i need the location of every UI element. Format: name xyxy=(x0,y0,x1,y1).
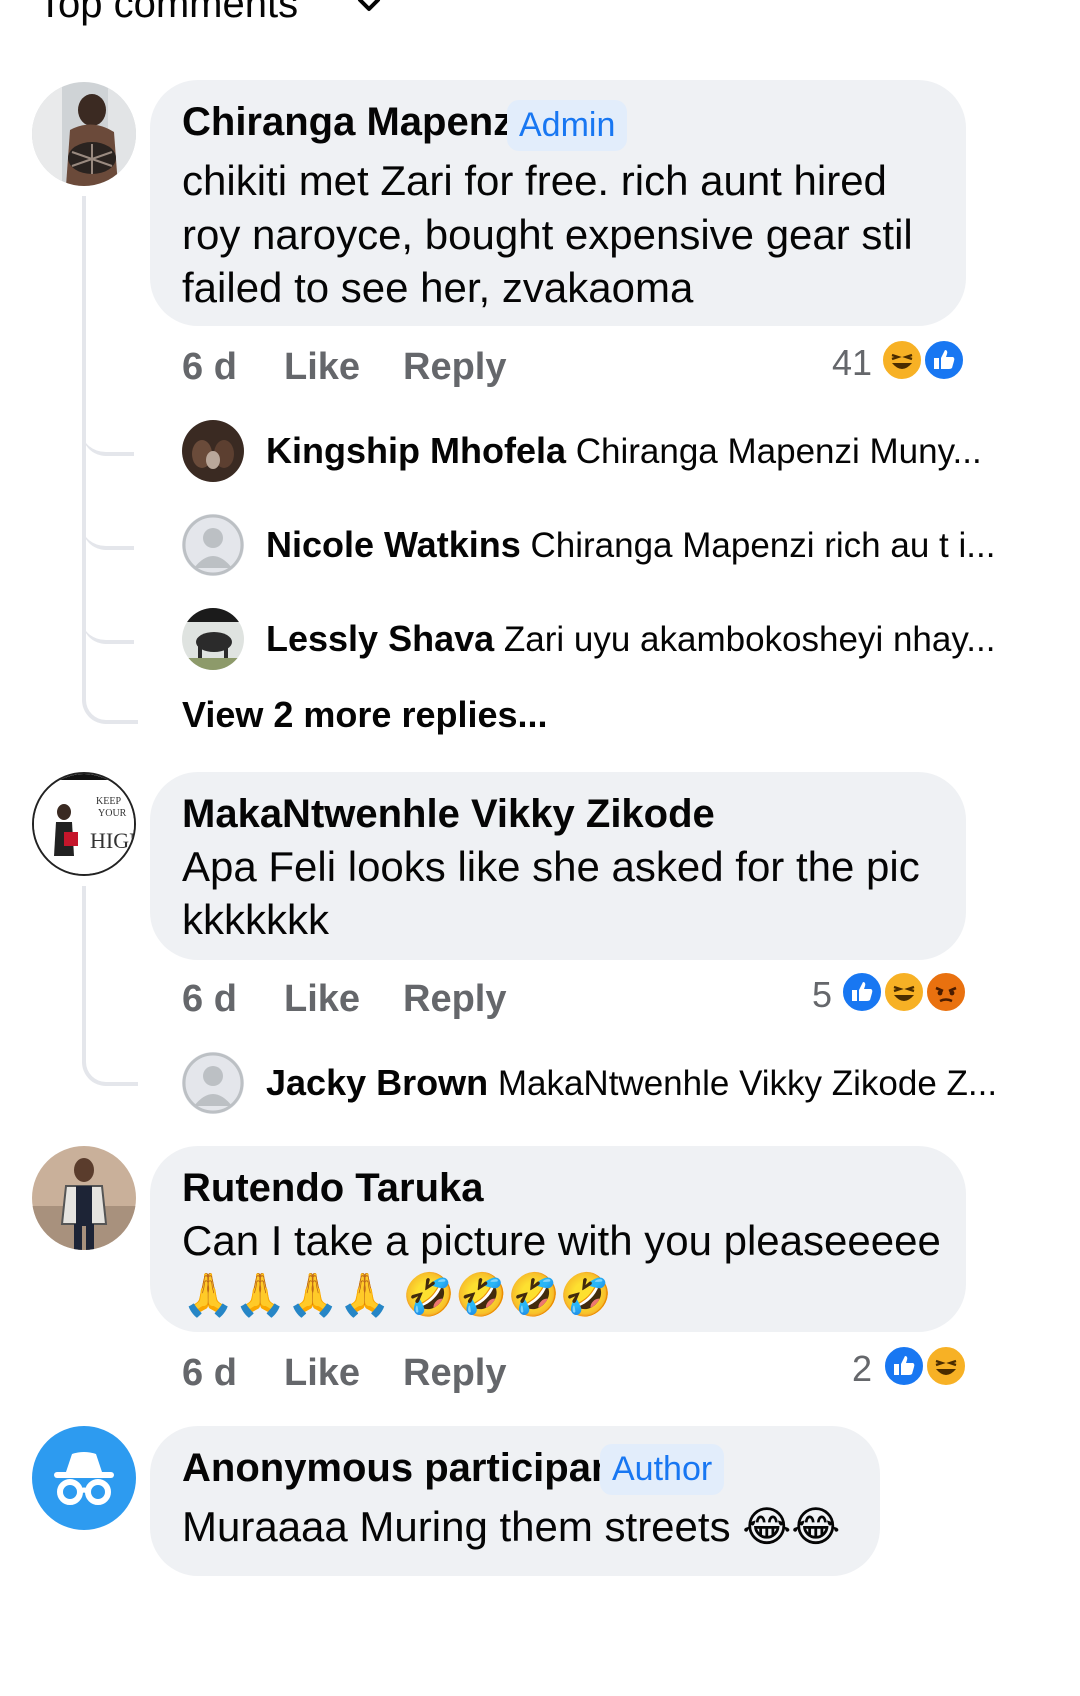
avatar[interactable]: KEEP YOUR HIGH xyxy=(32,772,136,876)
comment-text-line: Apa Feli looks like she asked for the pi… xyxy=(182,843,920,890)
reply-author[interactable]: Jacky Brown xyxy=(266,1062,488,1103)
comment-text-line: roy naroyce, bought expensive gear stil xyxy=(182,211,913,258)
comment-text-line: Can I take a picture with you pleaseeeee xyxy=(182,1217,941,1264)
like-icon xyxy=(922,338,966,382)
reaction-count[interactable]: 2 xyxy=(852,1348,872,1390)
admin-badge: Admin xyxy=(507,100,628,151)
incognito-icon xyxy=(54,1452,114,1505)
author-badge: Author xyxy=(600,1444,725,1495)
chevron-down-icon[interactable] xyxy=(356,0,382,18)
comment-time: 6 d xyxy=(182,978,237,1020)
comment-emoji-line: 🙏🙏🙏🙏 🤣🤣🤣🤣 xyxy=(182,1271,613,1318)
reply-connector xyxy=(82,420,134,456)
view-more-replies-link[interactable]: View 2 more replies... xyxy=(182,694,548,736)
avatar-text: YOUR xyxy=(98,808,127,819)
reply-button[interactable]: Reply xyxy=(403,1352,506,1395)
like-button[interactable]: Like xyxy=(284,346,360,389)
reply-author[interactable]: Nicole Watkins xyxy=(266,524,521,565)
reply-text: MakaNtwenhle Vikky Zikode Z... xyxy=(497,1064,998,1103)
reply-button[interactable]: Reply xyxy=(403,978,506,1021)
reply-connector xyxy=(82,886,138,1086)
avatar-text: HIGH xyxy=(90,828,134,853)
comment-time: 6 d xyxy=(182,1352,237,1394)
reply-button[interactable]: Reply xyxy=(403,346,506,389)
like-button[interactable]: Like xyxy=(284,978,360,1021)
comment-author[interactable]: Rutendo Taruka xyxy=(182,1166,484,1211)
haha-icon xyxy=(924,1344,968,1388)
reply-item[interactable]: Nicole Watkins Chiranga Mapenzi rich au … xyxy=(266,524,995,566)
reply-author[interactable]: Lessly Shava xyxy=(266,618,494,659)
like-icon xyxy=(840,970,884,1014)
reply-item[interactable]: Jacky Brown MakaNtwenhle Vikky Zikode Z.… xyxy=(266,1062,997,1104)
thread-line xyxy=(82,196,86,526)
comment-author[interactable]: MakaNtwenhle Vikky Zikode xyxy=(182,792,715,837)
reply-text: Zari uyu akambokosheyi nhay... xyxy=(503,620,996,659)
angry-icon xyxy=(924,970,968,1014)
comment-author[interactable]: Chiranga Mapenzi xyxy=(182,100,524,145)
reply-author[interactable]: Kingship Mhofela xyxy=(266,430,566,471)
like-icon xyxy=(882,1344,926,1388)
avatar[interactable] xyxy=(32,1146,136,1250)
reaction-count[interactable]: 5 xyxy=(812,974,832,1016)
reply-item[interactable]: Kingship Mhofela Chiranga Mapenzi Muny..… xyxy=(266,430,982,472)
reply-text: Chiranga Mapenzi rich au t i... xyxy=(530,526,996,565)
comment-text-line: failed to see her, zvakaoma xyxy=(182,264,694,311)
comment-text-line: kkkkkkk xyxy=(182,896,329,943)
avatar[interactable] xyxy=(182,608,244,670)
avatar[interactable] xyxy=(32,82,136,186)
reaction-count[interactable]: 41 xyxy=(832,342,872,384)
haha-icon xyxy=(880,338,924,382)
avatar-text: KEEP xyxy=(96,796,121,807)
anonymous-avatar[interactable] xyxy=(32,1426,136,1530)
comment-text-line: chikiti met Zari for free. rich aunt hir… xyxy=(182,157,887,204)
avatar[interactable] xyxy=(182,1052,244,1114)
comment-author[interactable]: Anonymous participant xyxy=(182,1446,629,1491)
comment-text-line: Muraaaa Muring them streets 😂😂 xyxy=(182,1503,841,1550)
comment-time: 6 d xyxy=(182,346,237,388)
reply-text: Chiranga Mapenzi Muny... xyxy=(575,432,982,471)
reply-connector xyxy=(82,526,138,724)
avatar[interactable] xyxy=(182,514,244,576)
reply-item[interactable]: Lessly Shava Zari uyu akambokosheyi nhay… xyxy=(266,618,995,660)
haha-icon xyxy=(882,970,926,1014)
like-button[interactable]: Like xyxy=(284,1352,360,1395)
avatar[interactable] xyxy=(182,420,244,482)
top-comments-sort[interactable]: Top comments xyxy=(38,0,298,27)
